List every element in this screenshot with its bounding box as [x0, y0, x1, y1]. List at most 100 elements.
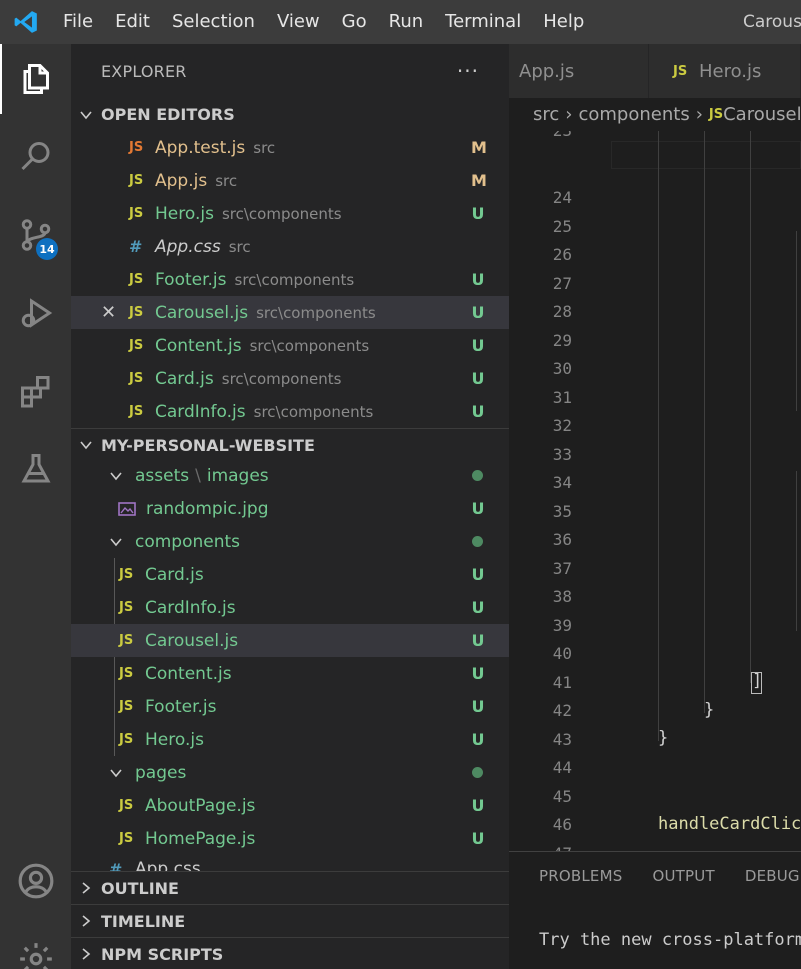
folder-name: assets	[135, 465, 190, 486]
tab-problems[interactable]: PROBLEMS	[539, 867, 622, 885]
breadcrumb-components[interactable]: components	[578, 104, 689, 125]
javascript-file-icon: JS	[119, 633, 134, 648]
tree-file-active[interactable]: JS Carousel.js U	[71, 624, 509, 657]
run-debug-activity[interactable]	[0, 278, 71, 348]
folder-name: components	[135, 531, 241, 552]
line-number: 33	[552, 445, 572, 464]
accounts-activity[interactable]	[0, 846, 71, 916]
line-number: 31	[552, 388, 572, 407]
breadcrumb-src[interactable]: src	[533, 104, 559, 125]
open-editor-item[interactable]: # App.css src	[71, 230, 509, 263]
file-name: CardInfo.js	[145, 597, 236, 618]
open-editor-item[interactable]: JS App.test.js src M	[71, 131, 509, 164]
tab-app-js[interactable]: App.js	[509, 44, 649, 98]
file-path: src	[253, 138, 276, 157]
extensions-activity[interactable]	[0, 356, 71, 426]
search-activity[interactable]	[0, 122, 71, 192]
open-editor-item[interactable]: JS Content.js src\components U	[71, 329, 509, 362]
tree-file[interactable]: JS Card.js U	[71, 558, 509, 591]
testing-activity[interactable]	[0, 434, 71, 504]
line-number: 43	[552, 730, 572, 749]
git-status-untracked: U	[471, 303, 485, 322]
file-name: CardInfo.js	[155, 401, 246, 422]
file-name: Content.js	[155, 335, 242, 356]
project-folder-header[interactable]: MY-PERSONAL-WEBSITE	[71, 428, 509, 461]
editor-area: App.js JS Hero.js src › components › JS …	[509, 44, 801, 969]
gear-icon	[19, 943, 52, 969]
tab-hero-js[interactable]: JS Hero.js	[649, 44, 801, 98]
code-line-42: }	[704, 700, 715, 720]
menu-help[interactable]: Help	[532, 0, 595, 44]
git-status-modified: M	[471, 138, 487, 157]
vscode-logo-icon	[0, 0, 52, 44]
tree-file[interactable]: JS Content.js U	[71, 657, 509, 690]
javascript-file-icon: JS	[129, 206, 144, 221]
git-status-untracked: U	[471, 730, 485, 749]
line-number: 28	[552, 302, 572, 321]
open-editor-item[interactable]: JS Hero.js src\components U	[71, 197, 509, 230]
line-number: 37	[552, 559, 572, 578]
open-editor-item[interactable]: JS App.js src M	[71, 164, 509, 197]
file-name: Footer.js	[145, 696, 217, 717]
menu-selection[interactable]: Selection	[161, 0, 266, 44]
chevron-right-icon: ›	[565, 104, 573, 125]
line-number: 35	[552, 502, 572, 521]
tab-debug-console[interactable]: DEBUG CONSOLE	[745, 867, 801, 885]
code-editor[interactable]: 23 24 25 26 27 28 29 30 31 32 33 34 35 3…	[509, 131, 801, 851]
open-editor-item[interactable]: JS Card.js src\components U	[71, 362, 509, 395]
menu-go[interactable]: Go	[331, 0, 378, 44]
menu-file[interactable]: File	[52, 0, 104, 44]
line-number: 32	[552, 416, 572, 435]
javascript-file-icon: JS	[129, 140, 144, 155]
file-path: src\components	[221, 204, 342, 223]
menu-edit[interactable]: Edit	[104, 0, 161, 44]
bottom-panel: PROBLEMS OUTPUT DEBUG CONSOLE Try the ne…	[509, 851, 801, 969]
file-name: App.css	[155, 236, 221, 257]
open-editors-header[interactable]: OPEN EDITORS	[71, 98, 509, 131]
file-name: randompic.jpg	[146, 498, 269, 519]
tree-file[interactable]: randompic.jpg U	[71, 492, 509, 525]
file-name: Card.js	[145, 564, 204, 585]
git-status-untracked: U	[471, 631, 485, 650]
modified-dot	[472, 470, 483, 481]
line-number: 46	[552, 815, 572, 834]
javascript-file-icon: JS	[119, 567, 134, 582]
folder-name: pages	[135, 762, 187, 783]
tree-folder-assets[interactable]: assets \ images	[71, 459, 509, 492]
menu-terminal[interactable]: Terminal	[434, 0, 532, 44]
menu-run[interactable]: Run	[378, 0, 435, 44]
close-icon[interactable]: ✕	[101, 302, 116, 323]
line-number: 24	[552, 188, 572, 207]
tree-file[interactable]: JS Footer.js U	[71, 690, 509, 723]
javascript-file-icon: JS	[129, 338, 144, 353]
flask-icon	[20, 454, 51, 483]
tree-file[interactable]: JS CardInfo.js U	[71, 591, 509, 624]
folder-name: images	[206, 465, 269, 486]
explorer-title: EXPLORER	[101, 61, 187, 81]
tree-file[interactable]: JS AboutPage.js U	[71, 789, 509, 822]
open-editor-item-active[interactable]: ✕ JS Carousel.js src\components U	[71, 296, 509, 329]
tree-folder-pages[interactable]: pages	[71, 756, 509, 789]
open-editor-item[interactable]: JS Footer.js src\components U	[71, 263, 509, 296]
open-editor-item[interactable]: JS CardInfo.js src\components U	[71, 395, 509, 428]
line-number: 26	[552, 245, 572, 264]
file-path: src\components	[253, 402, 374, 421]
manage-activity[interactable]	[0, 924, 71, 969]
tab-output[interactable]: OUTPUT	[652, 867, 714, 885]
explorer-sidebar: EXPLORER ··· OPEN EDITORS JS App.test.js s…	[71, 44, 509, 969]
file-name: Card.js	[155, 368, 214, 389]
tree-file[interactable]: JS Hero.js U	[71, 723, 509, 756]
more-actions-button[interactable]: ···	[457, 59, 479, 83]
timeline-header[interactable]: TIMELINE	[71, 904, 509, 937]
window-title: Carousel.js - my-personal-website - Visu…	[743, 12, 801, 32]
git-status-untracked: U	[471, 369, 485, 388]
explorer-activity[interactable]	[0, 44, 71, 114]
source-control-activity[interactable]: 14	[0, 200, 71, 270]
menu-view[interactable]: View	[266, 0, 331, 44]
npm-scripts-header[interactable]: NPM SCRIPTS	[71, 937, 509, 969]
tree-file[interactable]: JS HomePage.js U	[71, 822, 509, 855]
tree-folder-components[interactable]: components	[71, 525, 509, 558]
outline-header[interactable]: OUTLINE	[71, 871, 509, 904]
breadcrumb-file[interactable]: Carousel.js	[723, 104, 801, 125]
git-status-untracked: U	[471, 829, 485, 848]
